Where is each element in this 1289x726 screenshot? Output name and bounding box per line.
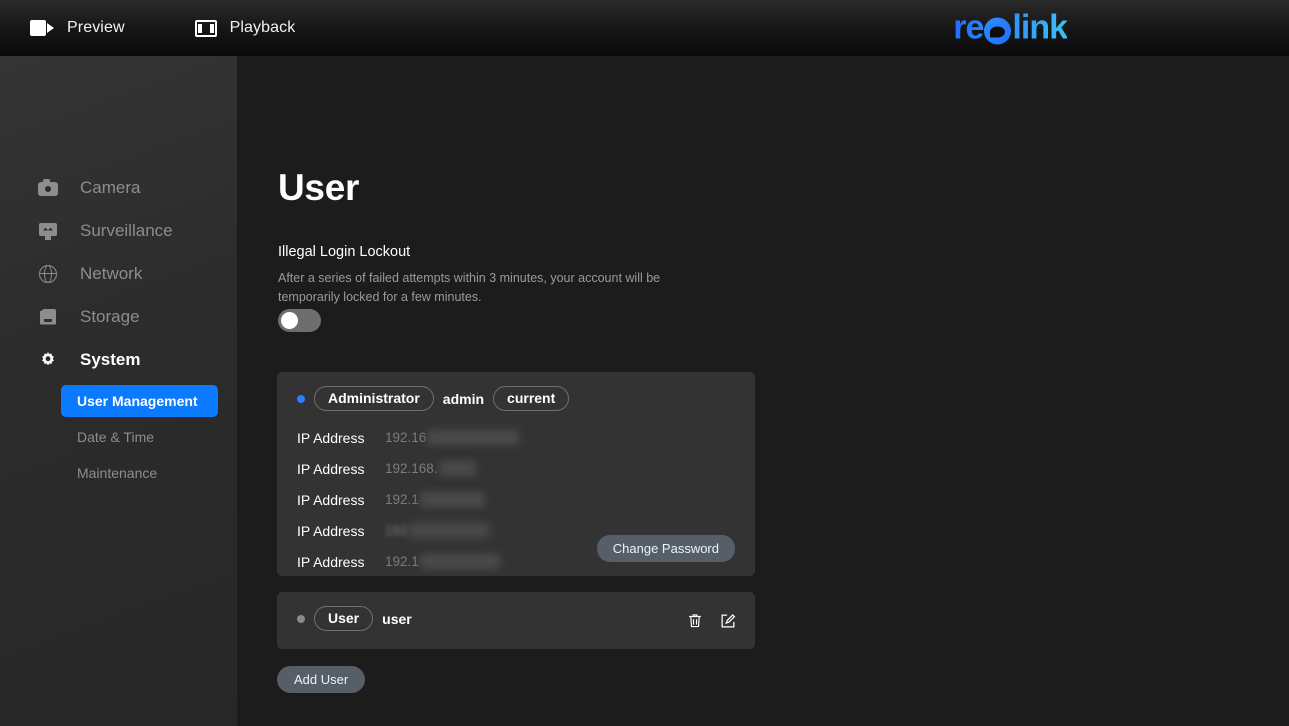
- tab-preview[interactable]: Preview: [30, 0, 125, 56]
- logo-suffix: link: [1012, 8, 1067, 47]
- table-row: IP Address 192.1: [277, 484, 755, 515]
- user-card-header: User user: [277, 592, 755, 631]
- status-dot-offline: [297, 614, 305, 623]
- camera-icon: [38, 178, 58, 198]
- ip-address-value: 192.1: [385, 492, 485, 507]
- ip-address-label: IP Address: [297, 522, 365, 539]
- user-username: user: [382, 610, 412, 627]
- sidebar-item-surveillance-label: Surveillance: [80, 220, 173, 240]
- monitor-icon: [38, 221, 58, 241]
- sidebar-subitem-maintenance-label: Maintenance: [77, 465, 158, 481]
- sidebar-item-surveillance[interactable]: Surveillance: [0, 209, 237, 252]
- admin-user-card: Administrator admin current IP Address 1…: [277, 372, 755, 576]
- ip-address-label: IP Address: [297, 460, 365, 477]
- logo-prefix: re: [953, 8, 984, 47]
- sidebar: Camera Surveillance Network Storage Syst…: [0, 56, 237, 726]
- add-user-button[interactable]: Add User: [277, 666, 366, 693]
- sidebar-menu: Camera Surveillance Network Storage Syst…: [0, 166, 237, 493]
- sd-card-icon: [38, 307, 58, 327]
- page-title: User: [278, 167, 360, 208]
- admin-username: admin: [442, 390, 485, 407]
- ip-address-label: IP Address: [297, 553, 365, 570]
- logo-lens-icon: [984, 17, 1012, 45]
- admin-role-badge: Administrator: [314, 386, 434, 411]
- main-content: User Illegal Login Lockout After a serie…: [237, 56, 1289, 726]
- sidebar-item-storage[interactable]: Storage: [0, 295, 237, 338]
- sidebar-item-network[interactable]: Network: [0, 252, 237, 295]
- illegal-login-lockout-description: After a series of failed attempts within…: [278, 271, 661, 304]
- sidebar-item-camera-label: Camera: [80, 177, 141, 197]
- table-row: IP Address 192.168.: [277, 453, 755, 484]
- admin-current-badge: current: [493, 386, 570, 411]
- ip-address-value: 192.1: [385, 554, 500, 569]
- change-password-button[interactable]: Change Password: [596, 535, 735, 562]
- sidebar-subitem-maintenance[interactable]: Maintenance: [61, 457, 218, 489]
- ip-address-value: 192.168.: [385, 461, 476, 476]
- admin-card-header: Administrator admin current: [277, 372, 755, 411]
- ip-address-label: IP Address: [297, 429, 365, 446]
- sidebar-subitem-date-time[interactable]: Date & Time: [61, 421, 218, 453]
- table-row: IP Address 192.16: [277, 422, 755, 453]
- sidebar-subitem-user-management[interactable]: User Management: [61, 385, 218, 417]
- sidebar-submenu: User Management Date & Time Maintenance: [0, 385, 237, 489]
- user-role-badge: User: [314, 606, 374, 631]
- sidebar-item-camera[interactable]: Camera: [0, 166, 237, 209]
- illegal-login-lockout-title: Illegal Login Lockout: [278, 244, 411, 260]
- trash-icon[interactable]: [686, 612, 704, 630]
- sidebar-subitem-user-management-label: User Management: [77, 393, 198, 409]
- gear-icon: [38, 350, 58, 370]
- tab-preview-label: Preview: [67, 19, 125, 36]
- film-icon: [194, 19, 217, 37]
- user-card: User user: [277, 592, 755, 649]
- tab-playback-label: Playback: [229, 19, 296, 36]
- user-card-actions: [686, 612, 737, 630]
- ip-address-value: 192: [385, 523, 489, 538]
- sidebar-subitem-date-time-label: Date & Time: [77, 429, 155, 445]
- status-dot-online: [297, 394, 305, 403]
- sidebar-item-network-label: Network: [80, 263, 143, 283]
- edit-icon[interactable]: [719, 612, 737, 630]
- illegal-login-lockout-toggle[interactable]: [278, 309, 321, 332]
- ip-address-label: IP Address: [297, 491, 365, 508]
- sidebar-item-storage-label: Storage: [80, 306, 140, 326]
- ip-address-value: 192.16: [385, 430, 520, 445]
- sidebar-item-system-label: System: [80, 349, 141, 369]
- tab-playback[interactable]: Playback: [194, 0, 296, 56]
- toggle-knob: [281, 312, 298, 329]
- reolink-logo: re link: [953, 9, 1067, 48]
- videocam-icon: [30, 20, 54, 36]
- top-bar: Preview Playback re link: [0, 0, 1289, 56]
- sidebar-item-system[interactable]: System: [0, 338, 237, 381]
- globe-icon: [38, 264, 58, 284]
